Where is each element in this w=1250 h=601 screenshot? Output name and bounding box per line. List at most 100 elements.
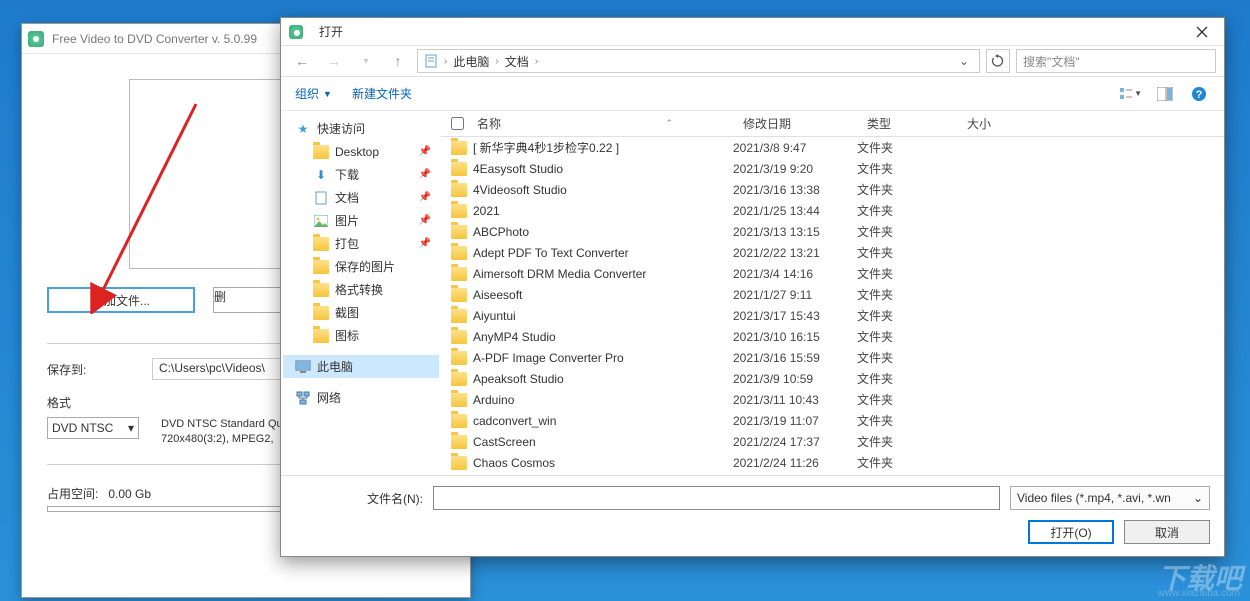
search-input[interactable]: 搜索"文档"	[1016, 49, 1216, 73]
chevron-down-icon: ▾	[128, 421, 134, 435]
file-date: 2021/3/19 9:20	[733, 162, 857, 176]
file-type: 文件夹	[857, 223, 957, 240]
select-all-checkbox[interactable]	[451, 117, 464, 130]
breadcrumb-documents[interactable]: 文档	[505, 53, 529, 70]
file-name: CastScreen	[473, 435, 536, 449]
sidebar-item-this-pc[interactable]: 此电脑	[283, 355, 439, 378]
sidebar-item-desktop[interactable]: Desktop📌	[283, 140, 439, 163]
file-name: [ 新华字典4秒1步检字0.22 ]	[473, 139, 619, 156]
help-button[interactable]: ?	[1188, 84, 1210, 104]
file-row[interactable]: 4Videosoft Studio2021/3/16 13:38文件夹	[441, 179, 1224, 200]
open-dialog: 打开 ← → ▾ ↑ › 此电脑 › 文档 › ⌄ 搜索"文档" 组织▼ 新建文…	[280, 17, 1225, 557]
refresh-button[interactable]	[986, 49, 1010, 73]
pin-icon: 📌	[419, 169, 439, 180]
file-date: 2021/1/25 13:44	[733, 204, 857, 218]
file-type: 文件夹	[857, 286, 957, 303]
breadcrumb-this-pc[interactable]: 此电脑	[453, 53, 489, 70]
sidebar-item-package[interactable]: 打包📌	[283, 232, 439, 255]
close-button[interactable]	[1179, 18, 1224, 45]
sidebar-item-saved-images[interactable]: 保存的图片	[283, 255, 439, 278]
column-name[interactable]: 名称 ⌃	[467, 115, 733, 132]
file-name: A-PDF Image Converter Pro	[473, 351, 624, 365]
file-name: Adept PDF To Text Converter	[473, 246, 629, 260]
nav-forward-button[interactable]: →	[321, 49, 347, 73]
file-row[interactable]: Aiyuntui2021/3/17 15:43文件夹	[441, 305, 1224, 326]
file-date: 2021/1/27 9:11	[733, 288, 857, 302]
file-type: 文件夹	[857, 391, 957, 408]
file-row[interactable]: Aiseesoft2021/1/27 9:11文件夹	[441, 284, 1224, 305]
chevron-down-icon: ▼	[323, 89, 332, 99]
column-type[interactable]: 类型	[857, 115, 957, 132]
path-dropdown-button[interactable]: ⌄	[955, 54, 973, 68]
file-row[interactable]: Aimersoft DRM Media Converter2021/3/4 14…	[441, 263, 1224, 284]
file-row[interactable]: Apeaksoft Studio2021/3/9 10:59文件夹	[441, 368, 1224, 389]
file-date: 2021/3/13 13:15	[733, 225, 857, 239]
sidebar-item-icon[interactable]: 图标	[283, 324, 439, 347]
dialog-footer: 文件名(N): Video files (*.mp4, *.avi, *.wn …	[281, 475, 1224, 556]
folder-icon	[451, 267, 467, 281]
filename-input[interactable]	[433, 486, 1000, 510]
download-icon: ⬇	[313, 167, 329, 183]
nav-up-button[interactable]: ↑	[385, 49, 411, 73]
view-list-icon	[1120, 87, 1132, 101]
search-placeholder: 搜索"文档"	[1023, 53, 1080, 70]
folder-icon	[451, 225, 467, 239]
file-row[interactable]: A-PDF Image Converter Pro2021/3/16 15:59…	[441, 347, 1224, 368]
folder-icon	[451, 162, 467, 176]
file-row[interactable]: Chaos Cosmos2021/2/24 11:26文件夹	[441, 452, 1224, 473]
usage-label: 占用空间:	[47, 487, 98, 501]
file-date: 2021/3/8 9:47	[733, 141, 857, 155]
breadcrumb[interactable]: › 此电脑 › 文档 › ⌄	[417, 49, 980, 73]
file-date: 2021/3/9 10:59	[733, 372, 857, 386]
file-name: Aimersoft DRM Media Converter	[473, 267, 646, 281]
file-row[interactable]: Arduino 2021/3/11 10:43文件夹	[441, 389, 1224, 410]
column-size[interactable]: 大小	[957, 115, 1037, 132]
folder-icon	[313, 306, 329, 320]
close-icon	[1196, 26, 1208, 38]
file-name: AnyMP4 Studio	[473, 330, 556, 344]
folder-icon	[313, 237, 329, 251]
sidebar-item-pictures[interactable]: 图片📌	[283, 209, 439, 232]
file-filter-select[interactable]: Video files (*.mp4, *.avi, *.wn ⌄	[1010, 486, 1210, 510]
file-row[interactable]: AnyMP4 Studio2021/3/10 16:15文件夹	[441, 326, 1224, 347]
computer-icon	[295, 359, 311, 375]
view-options-button[interactable]: ▼	[1120, 84, 1142, 104]
sidebar-item-screenshot[interactable]: 截图	[283, 301, 439, 324]
file-row[interactable]: cadconvert_win2021/3/19 11:07文件夹	[441, 410, 1224, 431]
open-button[interactable]: 打开(O)	[1028, 520, 1114, 544]
format-select[interactable]: DVD NTSC ▾	[47, 417, 139, 439]
file-type: 文件夹	[857, 139, 957, 156]
file-date: 2021/3/11 10:43	[733, 393, 857, 407]
organize-menu[interactable]: 组织▼	[295, 85, 332, 102]
delete-button[interactable]: 删	[213, 287, 283, 313]
file-row[interactable]: ABCPhoto2021/3/13 13:15文件夹	[441, 221, 1224, 242]
cancel-button[interactable]: 取消	[1124, 520, 1210, 544]
file-type: 文件夹	[857, 370, 957, 387]
file-row[interactable]: 20212021/1/25 13:44文件夹	[441, 200, 1224, 221]
sidebar-item-network[interactable]: 网络	[283, 386, 439, 409]
file-row[interactable]: [ 新华字典4秒1步检字0.22 ] 2021/3/8 9:47文件夹	[441, 137, 1224, 158]
sidebar-item-quick-access[interactable]: ★ 快速访问	[283, 117, 439, 140]
nav-back-button[interactable]: ←	[289, 49, 315, 73]
file-row[interactable]: CastScreen2021/2/24 17:37文件夹	[441, 431, 1224, 452]
sidebar-item-documents[interactable]: 文档📌	[283, 186, 439, 209]
file-row[interactable]: Adept PDF To Text Converter2021/2/22 13:…	[441, 242, 1224, 263]
sidebar-item-format-conv[interactable]: 格式转换	[283, 278, 439, 301]
folder-icon	[451, 288, 467, 302]
nav-recent-button[interactable]: ▾	[353, 49, 379, 73]
app-logo-icon	[28, 31, 44, 47]
picture-icon	[313, 213, 329, 229]
column-date[interactable]: 修改日期	[733, 115, 857, 132]
file-list[interactable]: 名称 ⌃ 修改日期 类型 大小 [ 新华字典4秒1步检字0.22 ] 2021/3…	[441, 111, 1224, 475]
chevron-right-icon: ›	[444, 56, 447, 67]
file-name: Arduino	[473, 393, 514, 407]
file-type: 文件夹	[857, 412, 957, 429]
new-folder-button[interactable]: 新建文件夹	[352, 85, 412, 102]
file-list-header: 名称 ⌃ 修改日期 类型 大小	[441, 111, 1224, 137]
file-type: 文件夹	[857, 160, 957, 177]
file-row[interactable]: 4Easysoft Studio2021/3/19 9:20文件夹	[441, 158, 1224, 179]
svg-text:?: ?	[1196, 89, 1203, 101]
file-name: Aiyuntui	[473, 309, 516, 323]
preview-pane-button[interactable]	[1154, 84, 1176, 104]
sidebar-item-downloads[interactable]: ⬇ 下载📌	[283, 163, 439, 186]
